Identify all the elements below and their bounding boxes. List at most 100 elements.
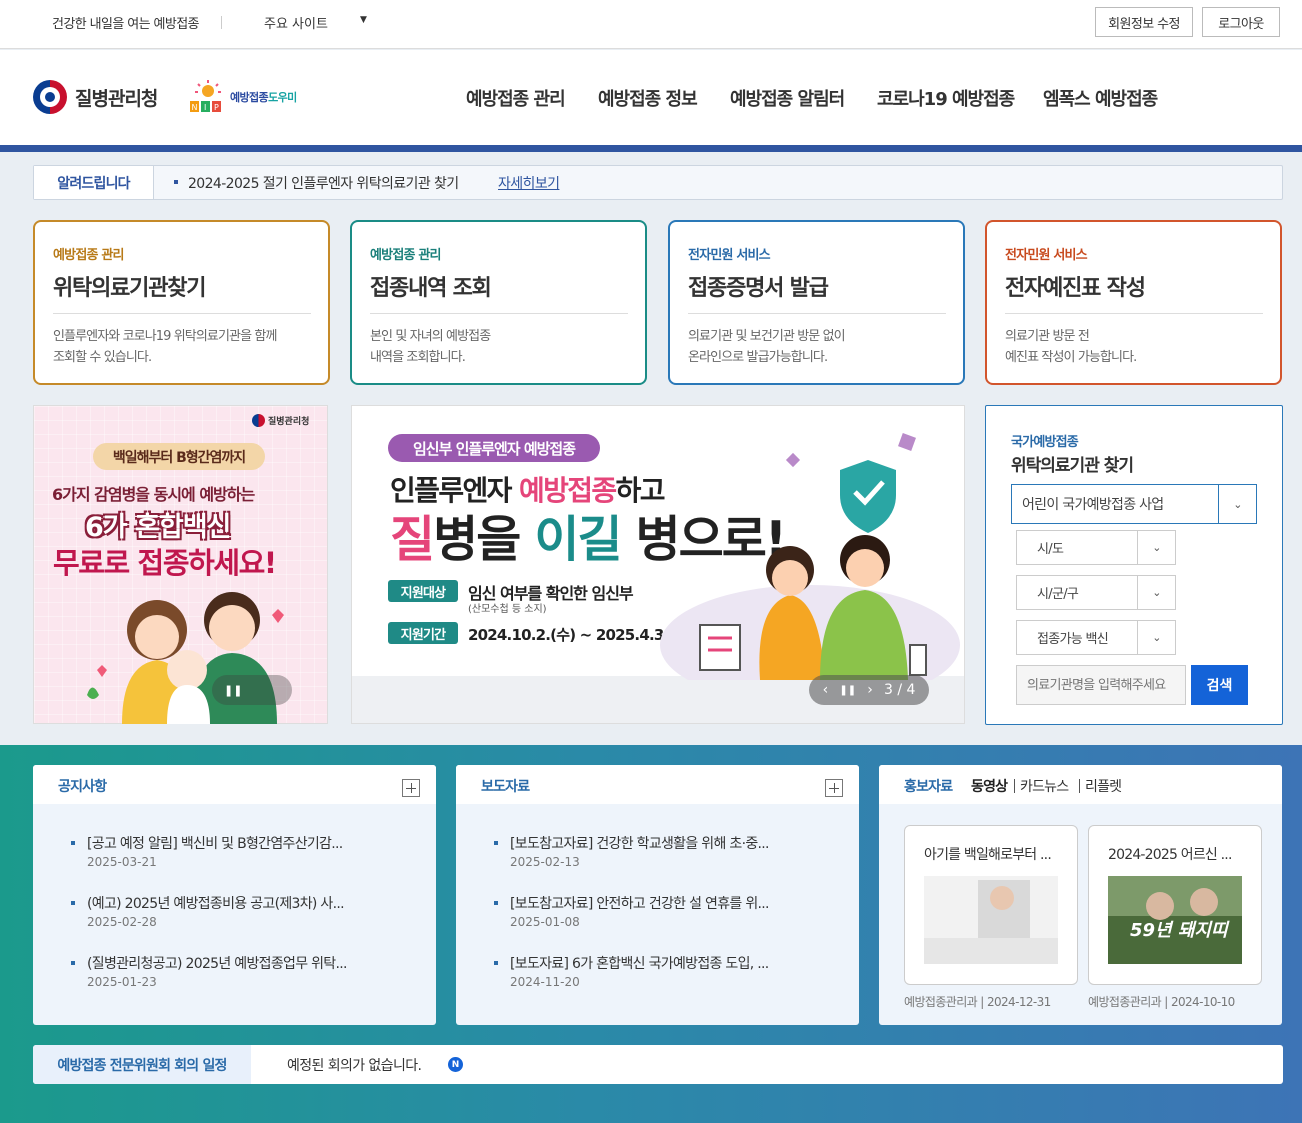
list-item[interactable]: [보도자료] 6가 혼합백신 국가예방접종 도입, ... (494, 953, 814, 973)
card-title: 전자예진표 작성 (1005, 276, 1146, 301)
list-item-title: [보도자료] 6가 혼합백신 국가예방접종 도입, ... (510, 956, 769, 972)
main-sites-dropdown[interactable]: 주요 사이트 (264, 13, 328, 32)
card-desc: 의료기관 및 보건기관 방문 없이 (688, 329, 846, 344)
sido-select[interactable]: 시/도 ⌄ (1016, 530, 1176, 565)
next-button[interactable]: › (867, 682, 873, 698)
site-name-b: 도우미 (268, 91, 297, 104)
list-item[interactable]: (예고) 2025년 예방접종비용 공고(제3차) 사... (71, 893, 391, 913)
chevron-down-icon[interactable]: ⌄ (1137, 531, 1175, 564)
prev-button[interactable]: ‹ (823, 682, 829, 698)
headline-part: 을 (476, 511, 535, 568)
plus-icon[interactable] (825, 779, 843, 797)
sigungu-select[interactable]: 시/군/구 ⌄ (1016, 575, 1176, 610)
clinic-name-input[interactable] (1016, 665, 1186, 705)
nip-logo-letter-n: N (192, 103, 198, 112)
nip-logo-letter-i: I (204, 103, 206, 112)
plus-icon[interactable] (402, 779, 420, 797)
nav-mpox-vaccination[interactable]: 엠폭스 예방접종 (1043, 85, 1158, 111)
search-button[interactable]: 검색 (1191, 665, 1248, 705)
list-item-date: 2024-11-20 (510, 975, 580, 989)
pause-button[interactable]: ❚❚ (212, 675, 292, 705)
card-desc: 인플루엔자와 코로나19 위탁의료기관을 함께 (53, 329, 277, 344)
nav-covid19-vaccination[interactable]: 코로나19 예방접종 (877, 85, 1015, 111)
program-select-value: 어린이 국가예방접종 사업 (1022, 497, 1164, 513)
box-title[interactable]: 홍보자료 (904, 776, 953, 796)
vaccine-select[interactable]: 접종가능 백신 ⌄ (1016, 620, 1176, 655)
card-desc: 본인 및 자녀의 예방접종 (370, 329, 491, 344)
nav-vaccination-management[interactable]: 예방접종 관리 (466, 85, 566, 111)
tab-card-news[interactable]: 카드뉴스 (1020, 776, 1069, 796)
thumbnail-caption: 59년 돼지띠 (1130, 920, 1230, 941)
panel-title: 위탁의료기관 찾기 (1011, 456, 1134, 476)
caret-down-icon[interactable]: ▼ (360, 15, 367, 25)
committee-title[interactable]: 예방접종 전문위원회 회의 일정 (33, 1045, 251, 1084)
list-item[interactable]: [보도참고자료] 건강한 학교생활을 위해 초·중... (494, 833, 814, 853)
notice-text[interactable]: 2024-2025 절기 인플루엔자 위탁의료기관 찾기 (188, 173, 459, 193)
list-item-title: [공고 예정 알림] 백신비 및 B형간염주산기감... (87, 836, 343, 852)
header-accent-bar (0, 145, 1302, 152)
divider (1014, 779, 1015, 793)
list-item[interactable]: (질병관리청공고) 2025년 예방접종업무 위탁... (71, 953, 391, 973)
service-card-find-clinic[interactable]: 예방접종 관리 위탁의료기관찾기 인플루엔자와 코로나19 위탁의료기관을 함께… (33, 220, 330, 385)
box-header: 홍보자료 동영상 카드뉴스 리플렛 (879, 765, 1282, 804)
sigungu-select-value: 시/군/구 (1037, 587, 1079, 602)
carousel-page-indicator: 3 / 4 (883, 682, 916, 698)
video-meta: 예방접종관리과 | 2024-12-31 (904, 995, 1051, 1009)
banner-pill: 임신부 인플루엔자 예방접종 (388, 434, 600, 462)
vaccine-select-value: 접종가능 백신 (1037, 632, 1109, 647)
org-name[interactable]: 질병관리청 (75, 84, 158, 111)
list-item-date: 2025-02-13 (510, 855, 580, 869)
carousel-controls: ‹ ❚❚ › 3 / 4 (809, 675, 929, 705)
list-item-date: 2025-01-23 (87, 975, 157, 989)
card-desc: 의료기관 방문 전 (1005, 329, 1090, 344)
card-category: 전자민원 서비스 (1005, 248, 1088, 263)
logout-button[interactable]: 로그아웃 (1202, 7, 1280, 37)
service-card-e-questionnaire[interactable]: 전자민원 서비스 전자예진표 작성 의료기관 방문 전 예진표 작성이 가능합니… (985, 220, 1282, 385)
divider (221, 16, 222, 29)
list-item[interactable]: [공고 예정 알림] 백신비 및 B형간염주산기감... (71, 833, 391, 853)
pause-button[interactable]: ❚❚ (839, 685, 856, 696)
box-title[interactable]: 공지사항 (58, 776, 107, 796)
pregnant-couple-illustration-icon (660, 433, 960, 680)
kdca-emblem-icon[interactable] (33, 80, 67, 114)
tab-leaflet[interactable]: 리플렛 (1085, 776, 1122, 796)
nav-vaccination-info[interactable]: 예방접종 정보 (598, 85, 698, 111)
edit-profile-button[interactable]: 회원정보 수정 (1095, 7, 1193, 37)
chevron-down-icon[interactable]: ⌄ (1218, 485, 1256, 523)
nav-vaccination-notice-board[interactable]: 예방접종 알림터 (730, 85, 845, 111)
video-card[interactable]: 2024-2025 어르신 ... 59년 돼지띠 (1088, 825, 1262, 985)
chevron-down-icon[interactable]: ⌄ (1137, 621, 1175, 654)
bullet-icon (174, 180, 178, 184)
card-desc: 온라인으로 발급가능합니다. (688, 350, 828, 365)
service-card-certificate[interactable]: 전자민원 서비스 접종증명서 발급 의료기관 및 보건기관 방문 없이 온라인으… (668, 220, 965, 385)
service-card-vaccination-history[interactable]: 예방접종 관리 접종내역 조회 본인 및 자녀의 예방접종 내역을 조회합니다. (350, 220, 647, 385)
card-category: 예방접종 관리 (370, 248, 441, 263)
video-card[interactable]: 아기를 백일해로부터 ... (904, 825, 1078, 985)
tab-videos[interactable]: 동영상 (971, 776, 1008, 796)
video-thumbnail (924, 876, 1058, 964)
target-subtext: (산모수첩 등 소지) (468, 604, 547, 615)
nip-logo-icon[interactable]: N I P (186, 79, 226, 113)
video-meta: 예방접종관리과 | 2024-10-10 (1088, 995, 1235, 1009)
list-item-date: 2025-02-28 (87, 915, 157, 929)
box-header: 공지사항 (33, 765, 436, 804)
divider (370, 313, 628, 314)
list-item[interactable]: [보도참고자료] 안전하고 건강한 설 연휴를 위... (494, 893, 814, 913)
card-desc: 조회할 수 있습니다. (53, 350, 152, 365)
banner-headline: 6가 혼합백신 (85, 512, 231, 543)
card-title: 위탁의료기관찾기 (53, 276, 207, 301)
site-name[interactable]: 예방접종도우미 (230, 89, 297, 105)
notice-more-link[interactable]: 자세히보기 (498, 173, 560, 193)
card-desc: 내역을 조회합니다. (370, 350, 466, 365)
box-title[interactable]: 보도자료 (481, 776, 530, 796)
press-release-box: 보도자료 [보도참고자료] 건강한 학교생활을 위해 초·중... 2025-0… (456, 765, 859, 1025)
card-category: 예방접종 관리 (53, 248, 124, 263)
video-title: 아기를 백일해로부터 ... (924, 847, 1052, 863)
divider (1079, 779, 1080, 793)
divider (53, 313, 311, 314)
chevron-down-icon[interactable]: ⌄ (1137, 576, 1175, 609)
headline-part: 병 (433, 511, 478, 568)
list-item-title: [보도참고자료] 건강한 학교생활을 위해 초·중... (510, 836, 769, 852)
headline-highlight: 질 (390, 511, 435, 568)
program-select[interactable]: 어린이 국가예방접종 사업 ⌄ (1011, 484, 1257, 524)
